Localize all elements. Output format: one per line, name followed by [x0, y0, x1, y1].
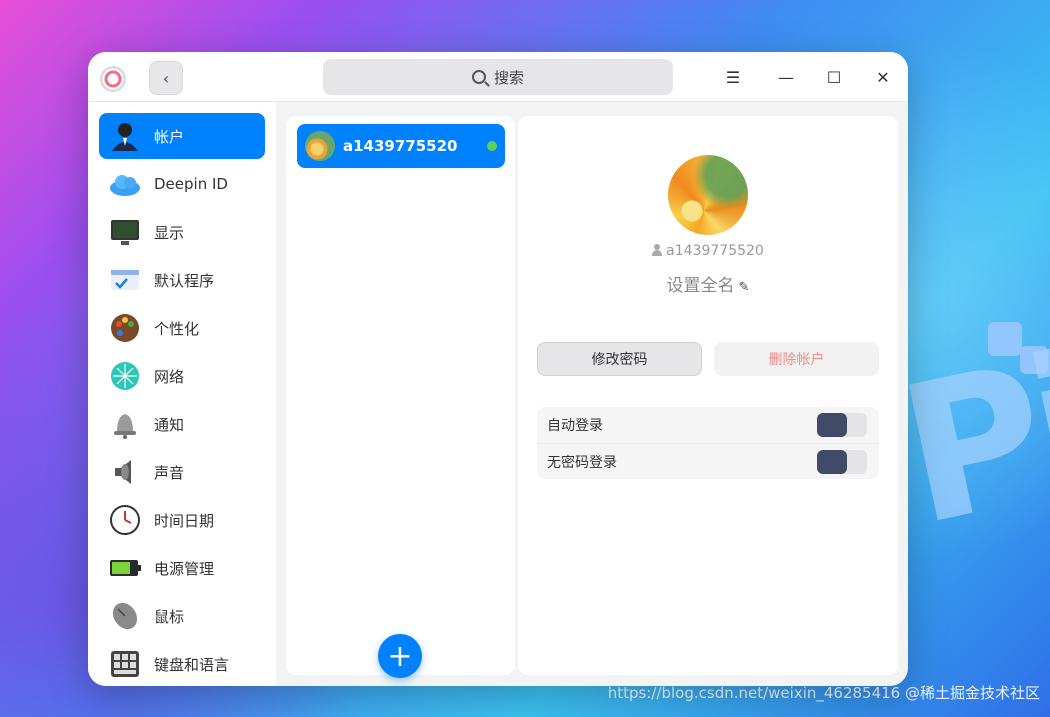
control-center-window: ‹ 搜索 ☰ — ☐ ✕ 帐户 Deepin ID 显示 默认程序 个性化 网络… [88, 52, 908, 686]
pencil-icon[interactable]: ✎ [739, 280, 750, 295]
search-placeholder: 搜索 [493, 68, 524, 87]
minimize-icon: — [778, 67, 794, 87]
maximize-icon: ☐ [826, 67, 842, 87]
sidebar-item-label: 帐户 [154, 127, 185, 146]
username-line: a1439775520 [518, 243, 898, 259]
sidebar-item-account[interactable]: 帐户 [99, 113, 265, 159]
add-user-button[interactable]: + [378, 634, 422, 678]
sidebar-item-default-apps[interactable]: 默认程序 [99, 257, 265, 303]
account-icon [112, 123, 138, 151]
battery-icon [110, 560, 141, 576]
sidebar-item-personalization[interactable]: 个性化 [99, 305, 265, 351]
cloud-icon [110, 175, 140, 196]
sidebar-item-mouse[interactable]: 鼠标 [99, 593, 265, 639]
sidebar-item-label: 显示 [154, 223, 185, 242]
sidebar-item-label: Deepin ID [154, 175, 228, 193]
app-icon [100, 66, 126, 92]
fullname-label: 设置全名 [666, 276, 735, 296]
sidebar-item-display[interactable]: 显示 [99, 209, 265, 255]
sidebar-item-power[interactable]: 电源管理 [99, 545, 265, 591]
chevron-left-icon: ‹ [162, 68, 170, 88]
account-detail-panel: a1439775520 设置全名 ✎ 修改密码 删除帐户 自动登录 无密码登录 [518, 116, 898, 675]
sidebar-item-label: 通知 [154, 415, 185, 434]
sidebar-item-label: 网络 [154, 367, 185, 386]
back-button[interactable]: ‹ [149, 61, 183, 95]
login-options: 自动登录 无密码登录 [537, 407, 879, 479]
auto-login-toggle[interactable] [817, 413, 867, 437]
auto-login-row: 自动登录 [537, 407, 879, 443]
user-name: a1439775520 [343, 137, 458, 155]
sidebar-item-label: 鼠标 [154, 607, 185, 626]
passwordless-login-row: 无密码登录 [537, 443, 879, 479]
toggle-knob [817, 449, 847, 474]
user-avatar-large[interactable] [668, 155, 748, 235]
close-button[interactable]: ✕ [868, 62, 898, 92]
speaker-icon [115, 460, 131, 484]
sidebar-item-label: 声音 [154, 463, 185, 482]
user-list: a1439775520 + [286, 116, 515, 678]
network-icon [111, 362, 139, 390]
display-icon [111, 220, 139, 245]
fullname-field[interactable]: 设置全名 ✎ [518, 271, 898, 296]
sidebar-item-network[interactable]: 网络 [99, 353, 265, 399]
change-password-button[interactable]: 修改密码 [537, 342, 702, 376]
default-apps-icon [111, 270, 139, 290]
sidebar-item-label: 键盘和语言 [154, 655, 230, 674]
close-icon: ✕ [876, 67, 890, 87]
plus-icon: + [387, 638, 413, 674]
search-icon [471, 70, 486, 84]
sidebar: 帐户 Deepin ID 显示 默认程序 个性化 网络 通知 声音 时间日期 电… [88, 102, 276, 686]
sidebar-item-keyboard[interactable]: 键盘和语言 [99, 641, 265, 686]
mouse-icon [112, 602, 138, 630]
toggle-knob [817, 413, 847, 437]
palette-icon [111, 314, 139, 342]
sidebar-item-notification[interactable]: 通知 [99, 401, 265, 447]
delete-account-button[interactable]: 删除帐户 [714, 342, 879, 376]
username: a1439775520 [666, 243, 764, 259]
passwordless-login-label: 无密码登录 [547, 454, 617, 471]
sidebar-item-label: 个性化 [154, 319, 200, 338]
maximize-button[interactable]: ☐ [819, 62, 849, 92]
sidebar-item-datetime[interactable]: 时间日期 [99, 497, 265, 543]
menu-icon: ☰ [725, 67, 741, 87]
menu-button[interactable]: ☰ [718, 62, 748, 92]
sidebar-item-sound[interactable]: 声音 [99, 449, 265, 495]
keyboard-icon [111, 651, 139, 677]
titlebar: ‹ 搜索 ☰ — ☐ ✕ [88, 52, 908, 102]
sidebar-item-label: 默认程序 [154, 271, 215, 290]
auto-login-label: 自动登录 [547, 418, 603, 434]
user-list-item[interactable]: a1439775520 [297, 124, 505, 168]
online-status-icon [487, 141, 497, 151]
clock-icon [110, 505, 140, 535]
sidebar-item-label: 时间日期 [154, 511, 215, 530]
sidebar-item-deepin-id[interactable]: Deepin ID [99, 161, 265, 207]
sidebar-item-label: 电源管理 [154, 559, 215, 578]
user-icon [652, 244, 663, 256]
search-input[interactable]: 搜索 [323, 59, 673, 95]
avatar [305, 131, 335, 161]
minimize-button[interactable]: — [771, 62, 801, 92]
passwordless-login-toggle[interactable] [817, 449, 867, 474]
bell-icon [114, 414, 136, 439]
